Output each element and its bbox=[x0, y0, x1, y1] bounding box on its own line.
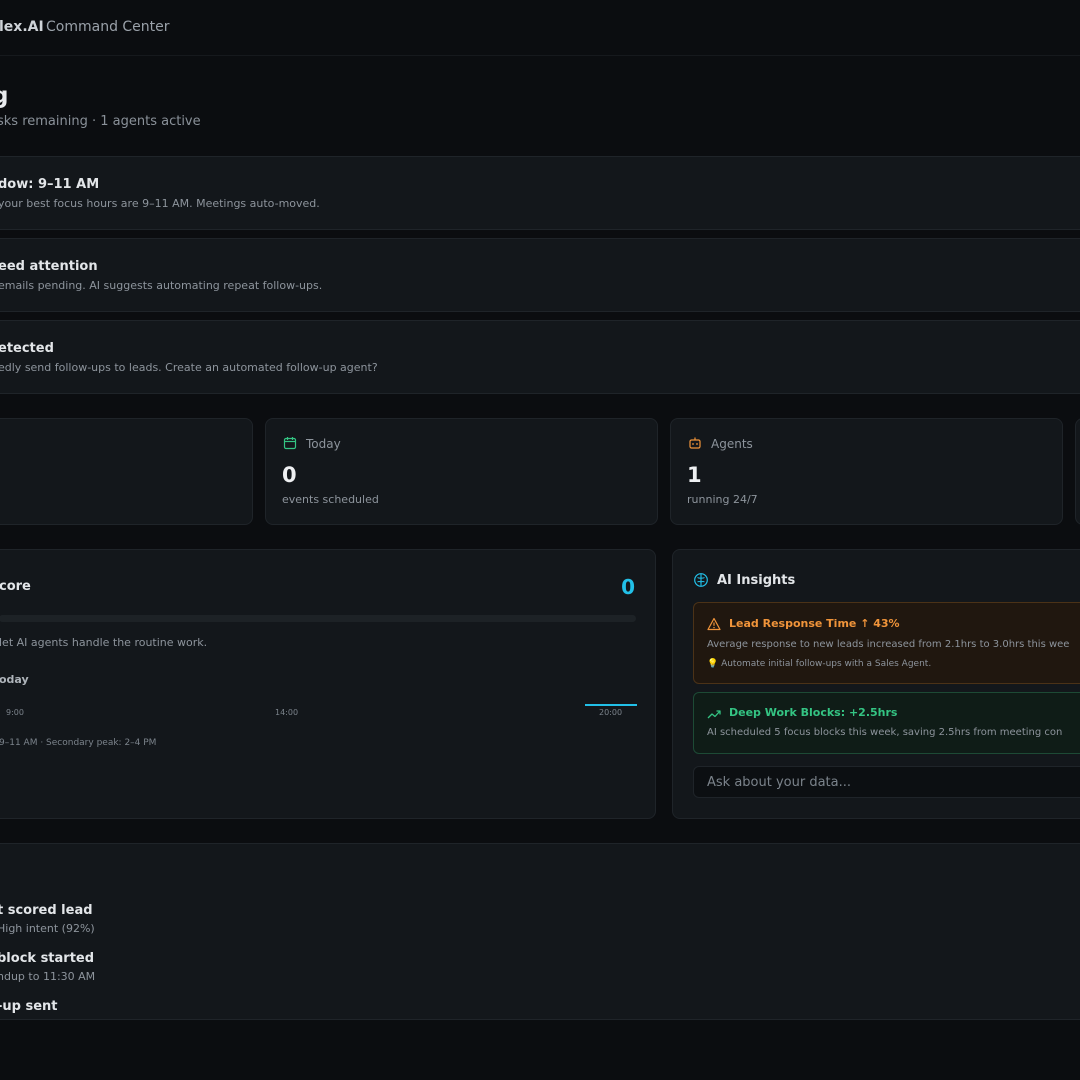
score-title: core bbox=[0, 579, 31, 594]
trending-up-icon bbox=[707, 710, 721, 719]
activity-item-title: block started bbox=[0, 951, 95, 966]
insight-card-lead-response[interactable]: Lead Response Time ↑ 43% Average respons… bbox=[693, 602, 1080, 684]
top-bar: lex.AI Command Center bbox=[0, 0, 1080, 56]
attention-banner[interactable]: eed attention emails pending. AI suggest… bbox=[0, 238, 1080, 312]
greeting-subtitle: sks remaining · 1 agents active bbox=[0, 114, 201, 129]
energy-line bbox=[585, 704, 637, 706]
banner-description: your best focus hours are 9–11 AM. Meeti… bbox=[0, 197, 320, 210]
alert-triangle-icon bbox=[707, 617, 721, 631]
stat-card-offscreen[interactable] bbox=[1075, 418, 1080, 525]
energy-chart-title: oday bbox=[0, 673, 29, 686]
stat-card-agents[interactable]: Agents 1 running 24/7 bbox=[670, 418, 1063, 525]
banner-title: etected bbox=[0, 341, 54, 356]
productivity-score-panel: core 0 let AI agents handle the routine … bbox=[0, 549, 656, 819]
score-description: let AI agents handle the routine work. bbox=[0, 636, 208, 649]
stat-card-partial[interactable] bbox=[0, 418, 253, 525]
brain-icon bbox=[694, 573, 708, 587]
energy-tick-label: 20:00 bbox=[599, 708, 623, 717]
section-title: Command Center bbox=[46, 19, 170, 35]
insight-description: Average response to new leads increased … bbox=[707, 639, 1070, 650]
ask-data-input[interactable] bbox=[693, 766, 1080, 798]
banner-title: dow: 9–11 AM bbox=[0, 177, 100, 192]
stat-note: running 24/7 bbox=[687, 493, 758, 506]
insights-title: AI Insights bbox=[717, 573, 796, 588]
stat-value: 0 bbox=[282, 463, 297, 487]
energy-tick-label: 14:00 bbox=[275, 708, 299, 717]
insight-title: Lead Response Time ↑ 43% bbox=[729, 617, 900, 630]
command-center-page: lex.AI Command Center g sks remaining · … bbox=[0, 0, 1080, 1080]
score-value: 0 bbox=[621, 575, 635, 599]
activity-item-description: High intent (92%) bbox=[0, 922, 95, 935]
insight-title: Deep Work Blocks: +2.5hrs bbox=[729, 706, 898, 719]
greeting-title: g bbox=[0, 83, 9, 109]
activity-item-description: ndup to 11:30 AM bbox=[0, 970, 96, 983]
stat-label: Agents bbox=[711, 437, 753, 451]
peak-hours-note: 9–11 AM · Secondary peak: 2–4 PM bbox=[0, 738, 157, 748]
ai-insights-panel: AI Insights Lead Response Time ↑ 43% Ave… bbox=[672, 549, 1080, 819]
banner-description: emails pending. AI suggests automating r… bbox=[0, 279, 323, 292]
insight-tip: 💡 Automate initial follow-ups with a Sal… bbox=[707, 659, 932, 669]
stat-label: Today bbox=[306, 437, 341, 451]
stat-card-today[interactable]: Today 0 events scheduled bbox=[265, 418, 658, 525]
focus-window-banner[interactable]: dow: 9–11 AM your best focus hours are 9… bbox=[0, 156, 1080, 230]
recent-activity-panel: t scored lead High intent (92%) block st… bbox=[0, 843, 1080, 1020]
pattern-detected-banner[interactable]: etected edly send follow-ups to leads. C… bbox=[0, 320, 1080, 394]
score-progress-track bbox=[0, 615, 636, 622]
brand-logo[interactable]: lex.AI bbox=[0, 19, 44, 35]
calendar-icon bbox=[283, 437, 297, 450]
robot-icon bbox=[689, 437, 701, 449]
activity-item-title: t scored lead bbox=[0, 903, 93, 918]
stat-value: 1 bbox=[687, 463, 702, 487]
energy-tick-label: 9:00 bbox=[6, 708, 24, 717]
banner-title: eed attention bbox=[0, 259, 98, 274]
insight-description: AI scheduled 5 focus blocks this week, s… bbox=[707, 727, 1063, 738]
activity-item-title: -up sent bbox=[0, 999, 58, 1014]
banner-description: edly send follow-ups to leads. Create an… bbox=[0, 361, 378, 374]
stat-note: events scheduled bbox=[282, 493, 379, 506]
insight-card-deep-work[interactable]: Deep Work Blocks: +2.5hrs AI scheduled 5… bbox=[693, 692, 1080, 754]
